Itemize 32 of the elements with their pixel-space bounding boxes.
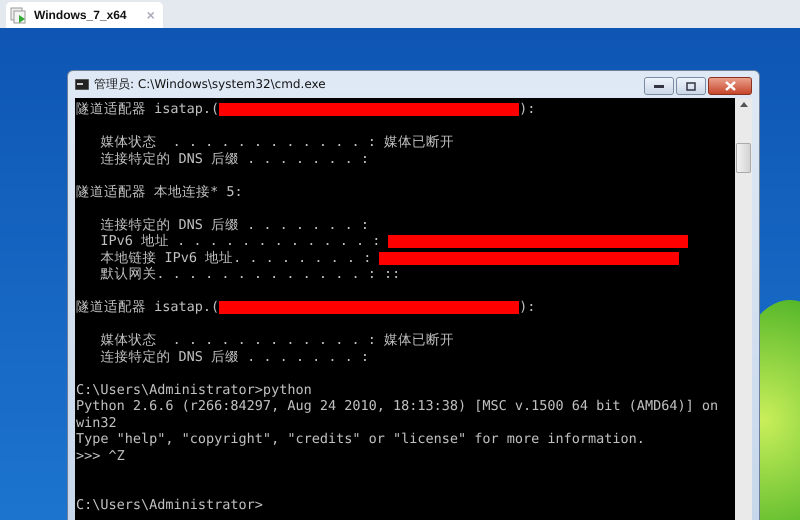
maximize-icon xyxy=(686,82,696,90)
close-icon xyxy=(724,81,736,91)
console-text: 媒体状态 . . . . . . . . . . . . : 媒体已断开 xyxy=(99,134,454,150)
console-text: 默认网关. . . . . . . . . . . . . : :: xyxy=(99,266,400,282)
console-text: 隧道适配器 本地连接* 5: xyxy=(76,184,243,200)
console-text: Type "help", "copyright", "credits" or "license" for more information. xyxy=(76,431,645,448)
console-text: 连接特定的 DNS 后缀 . . . . . . . : xyxy=(99,150,370,167)
console-text: 连接特定的 DNS 后缀 . . . . . . . : xyxy=(99,348,370,365)
maximize-button[interactable] xyxy=(676,77,706,95)
console-text: 隧道适配器 isatap.( xyxy=(76,101,220,118)
window-title: 管理员: C:\Windows\system32\cmd.exe xyxy=(94,76,327,93)
console-text: ): xyxy=(519,299,536,316)
scroll-up-icon[interactable] xyxy=(740,102,748,107)
minimize-button[interactable] xyxy=(644,77,674,95)
console-text: C:\Users\Administrator> xyxy=(76,497,263,514)
console-text: Python 2.6.6 (r266:84297, Aug 24 2010, 18:13:38) [MSC v.1500 64 bit (AMD64)] on xyxy=(76,398,718,414)
scroll-thumb[interactable] xyxy=(736,143,751,173)
vm-tab[interactable]: Windows_7_x64 × xyxy=(6,2,163,28)
vm-icon xyxy=(10,6,28,24)
console-text: IPv6 地址 . . . . . . . . . . . . : xyxy=(99,233,382,250)
console-text: C:\Users\Administrator>python xyxy=(76,382,312,398)
console-text: 隧道适配器 isatap.( xyxy=(76,299,220,316)
scrollbar[interactable] xyxy=(735,98,752,520)
console-text: win32 xyxy=(76,414,117,431)
console-text: >>> ^Z xyxy=(76,448,125,464)
console-text: ): xyxy=(519,101,536,118)
minimize-icon xyxy=(654,84,664,88)
console-icon xyxy=(75,79,89,90)
console-text: 媒体状态 . . . . . . . . . . . . : 媒体已断开 xyxy=(99,332,454,348)
close-button[interactable] xyxy=(708,77,752,95)
console-text: 连接特定的 DNS 后缀 . . . . . . . : xyxy=(99,216,370,233)
console-text: 本地链接 IPv6 地址. . . . . . . . : xyxy=(99,250,372,266)
